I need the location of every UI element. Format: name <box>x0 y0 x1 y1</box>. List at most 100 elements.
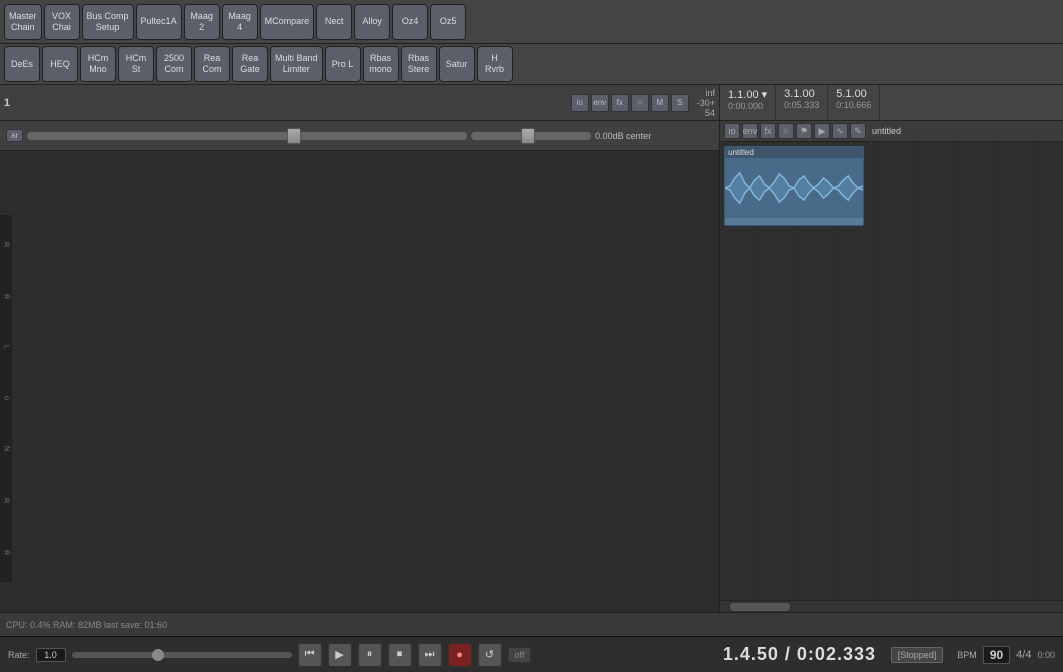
alloy-button[interactable]: Alloy <box>354 4 390 40</box>
rate-slider-thumb[interactable] <box>152 649 164 661</box>
meter-m: N <box>3 446 10 451</box>
main-fader[interactable] <box>27 132 467 140</box>
clip-label: untitled <box>725 147 863 158</box>
second-toolbar: DeEs HEQ HCmMno HCmSt 2500Com ReaCom Rea… <box>0 44 1063 85</box>
play-button[interactable]: ▶ <box>328 643 352 667</box>
bpm-value[interactable]: 90 <box>983 646 1010 664</box>
top-toolbar: MasterChain VOXChai Bus CompSetup Pultec… <box>0 0 1063 44</box>
status-text: CPU: 0.4% RAM: 82MB last save: 01:60 <box>6 620 167 630</box>
rea-gate-button[interactable]: ReaGate <box>232 46 268 82</box>
meter-r3: R <box>3 498 10 503</box>
main-fader-thumb[interactable] <box>287 128 301 144</box>
scrollbar-thumb[interactable] <box>730 603 790 611</box>
secondary-fader[interactable] <box>471 132 591 140</box>
time-signature: 4/4 <box>1016 649 1031 661</box>
rbas-stere-button[interactable]: RbasStere <box>401 46 437 82</box>
master-chain-button[interactable]: MasterChain <box>4 4 42 40</box>
meter-r4: R <box>3 550 10 555</box>
time-block-2: 3.1.00 0:05.333 <box>776 85 828 120</box>
time3-main: 5.1.00 <box>836 88 871 100</box>
tl-env-icon[interactable]: env <box>742 123 758 139</box>
track-number: 1 <box>4 97 10 109</box>
position-display: 1.4.50 / 0:02.333 <box>723 644 876 665</box>
rea-com-button[interactable]: ReaCom <box>194 46 230 82</box>
time-block-3: 5.1.00 0:10.666 <box>828 85 880 120</box>
time3-sub: 0:10.666 <box>836 100 871 110</box>
tl-arrow-icon[interactable]: ▶ <box>814 123 830 139</box>
time-extra: 0:00 <box>1037 650 1055 660</box>
rbas-mono-button[interactable]: Rbasmono <box>363 46 399 82</box>
db-value1: -30+ <box>697 98 715 108</box>
rewind-button[interactable]: ⏮ <box>298 643 322 667</box>
track-header: 1 io env fx ○ M S inf -30+ 54 <box>0 85 719 121</box>
vox-chain-button[interactable]: VOXChai <box>44 4 80 40</box>
h-rvrb-button[interactable]: HRvrb <box>477 46 513 82</box>
rate-label: Rate: <box>8 650 30 660</box>
time1-main: 1.1.00 ▾ <box>728 88 767 101</box>
tl-circle-icon[interactable]: ○ <box>778 123 794 139</box>
track-canvas <box>0 151 719 612</box>
env-button[interactable]: env <box>591 94 609 112</box>
pause-button[interactable]: ⏸ <box>358 643 382 667</box>
multi-band-limiter-button[interactable]: Multi BandLimiter <box>270 46 323 82</box>
waveform-svg <box>725 158 863 218</box>
meter-l: L <box>3 345 10 349</box>
left-panel: 1 io env fx ○ M S inf -30+ 54 ar <box>0 85 720 612</box>
record-button[interactable]: ● <box>448 643 472 667</box>
maag2-button[interactable]: Maag2 <box>184 4 220 40</box>
tl-wave-icon[interactable]: ∿ <box>832 123 848 139</box>
io-button[interactable]: io <box>571 94 589 112</box>
tl-io-icon[interactable]: io <box>724 123 740 139</box>
track-icons: io env fx ○ M S <box>571 94 689 112</box>
pro-l-button[interactable]: Pro L <box>325 46 361 82</box>
pultec1a-button[interactable]: Pultec1A <box>136 4 182 40</box>
mcompare-button[interactable]: MCompare <box>260 4 315 40</box>
satur-button[interactable]: Satur <box>439 46 475 82</box>
record-button[interactable]: ○ <box>631 94 649 112</box>
tl-flag-icon[interactable]: ⚑ <box>796 123 812 139</box>
time1-sub: 0:00.000 <box>728 101 767 111</box>
2500-com-button[interactable]: 2500Com <box>156 46 192 82</box>
loop-button[interactable]: ↺ <box>478 643 502 667</box>
time2-main: 3.1.00 <box>784 88 819 100</box>
timeline-header: 1.1.00 ▾ 0:00.000 3.1.00 0:05.333 5.1.00… <box>720 85 1063 121</box>
right-panel: 1.1.00 ▾ 0:00.000 3.1.00 0:05.333 5.1.00… <box>720 85 1063 612</box>
bpm-label: BPM <box>957 650 977 660</box>
volume-readout: 0.00dB center <box>595 131 651 141</box>
fastforward-button[interactable]: ⏭ <box>418 643 442 667</box>
hcm-st-button[interactable]: HCmSt <box>118 46 154 82</box>
stopped-badge: [Stopped] <box>891 647 944 663</box>
horizontal-scrollbar[interactable] <box>720 600 1063 612</box>
clip-name-label: untitled <box>872 126 901 136</box>
audio-clip[interactable]: untitled <box>724 146 864 226</box>
db-value2: 54 <box>697 108 715 118</box>
icon-strip: io env fx ○ ⚑ ▶ ∿ ✎ untitled <box>720 121 1063 142</box>
off-button[interactable]: off <box>508 647 532 663</box>
bus-comp-setup-button[interactable]: Bus CompSetup <box>82 4 134 40</box>
main-area: 1 io env fx ○ M S inf -30+ 54 ar <box>0 85 1063 612</box>
tl-fx-icon[interactable]: fx <box>760 123 776 139</box>
ar-button[interactable]: ar <box>6 129 23 142</box>
mute-button[interactable]: M <box>651 94 669 112</box>
de-es-button[interactable]: DeEs <box>4 46 40 82</box>
nect-button[interactable]: Nect <box>316 4 352 40</box>
track-fader-area: ar 0.00dB center <box>0 121 719 151</box>
maag4-button[interactable]: Maag4 <box>222 4 258 40</box>
solo-button[interactable]: S <box>671 94 689 112</box>
oz4-button[interactable]: Oz4 <box>392 4 428 40</box>
time2-sub: 0:05.333 <box>784 100 819 110</box>
meter-r2: R <box>3 294 10 299</box>
oz5-button[interactable]: Oz5 <box>430 4 466 40</box>
track-content-area[interactable]: untitled <box>720 142 1063 600</box>
heq-button[interactable]: HEQ <box>42 46 78 82</box>
hcm-mno-button[interactable]: HCmMno <box>80 46 116 82</box>
tl-pencil-icon[interactable]: ✎ <box>850 123 866 139</box>
fx-button[interactable]: fx <box>611 94 629 112</box>
rate-slider[interactable] <box>72 652 292 658</box>
stop-button[interactable]: ⏹ <box>388 643 412 667</box>
secondary-fader-thumb[interactable] <box>521 128 535 144</box>
inf-value: inf <box>697 88 715 98</box>
transport-bar: Rate: 1.0 ⏮ ▶ ⏸ ⏹ ⏭ ● ↺ off 1.4.50 / 0:0… <box>0 636 1063 672</box>
bottom-status-bar: CPU: 0.4% RAM: 82MB last save: 01:60 <box>0 612 1063 636</box>
meter-o: o <box>3 396 10 400</box>
